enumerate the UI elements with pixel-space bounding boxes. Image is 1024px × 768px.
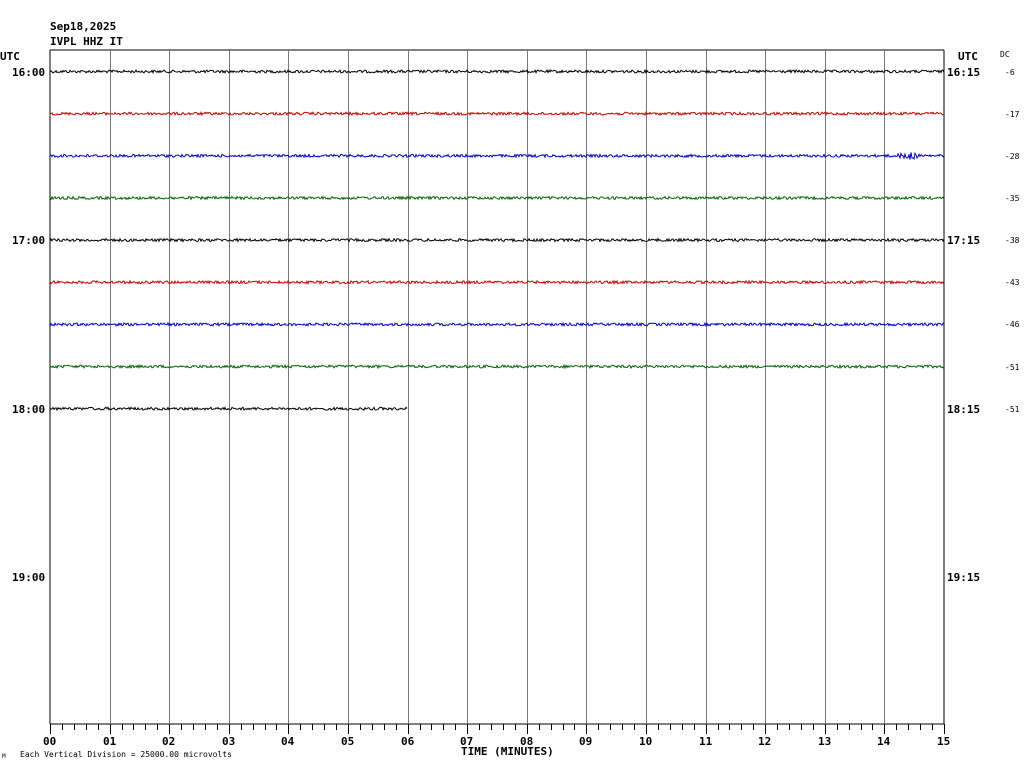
trace-row-0 <box>49 68 945 75</box>
trace-row-3 <box>49 195 945 201</box>
corner-mark: M <box>2 753 6 760</box>
x-tick-label: 09 <box>579 735 593 748</box>
trace-row-1 <box>49 110 945 117</box>
x-tick-label: 13 <box>818 735 832 748</box>
dc-value: -51 <box>1005 404 1020 414</box>
trace-row-8 <box>49 406 408 412</box>
dc-value: -17 <box>1005 109 1020 119</box>
x-tick-label: 06 <box>401 735 415 748</box>
x-tick-label: 15 <box>937 735 951 748</box>
dc-value: -6 <box>1005 67 1015 77</box>
x-axis-title: TIME (MINUTES) <box>461 745 554 758</box>
dc-value: -46 <box>1005 320 1020 330</box>
x-tick-label: 04 <box>281 735 295 748</box>
dc-value: -43 <box>1005 278 1020 288</box>
x-axis-ticks <box>50 724 945 734</box>
x-tick-label: 10 <box>639 735 653 748</box>
x-tick-label: 14 <box>877 735 891 748</box>
trace-row-5 <box>49 279 945 285</box>
dc-value: -35 <box>1005 193 1020 203</box>
seismic-traces <box>49 68 945 412</box>
right-hour-label: 16:15 <box>947 65 981 79</box>
left-hour-label: 16:00 <box>12 65 46 79</box>
x-tick-label: 12 <box>758 735 772 748</box>
x-tick-label: 00 <box>43 735 57 748</box>
x-tick-label: 01 <box>103 735 117 748</box>
helicorder-plot <box>49 49 945 734</box>
right-hour-label: 19:15 <box>947 571 981 585</box>
dc-value: -51 <box>1005 362 1020 372</box>
right-hour-label: 18:15 <box>947 402 981 416</box>
x-tick-label: 05 <box>341 735 355 748</box>
left-hour-label: 17:00 <box>12 234 46 248</box>
grid-lines <box>49 49 945 725</box>
x-tick-label: 03 <box>222 735 236 748</box>
right-hour-label: 17:15 <box>947 234 981 248</box>
x-tick-label: 02 <box>162 735 176 748</box>
left-hour-label: 19:00 <box>12 571 46 585</box>
dc-value: -28 <box>1005 151 1020 161</box>
trace-row-4 <box>49 237 945 243</box>
trace-row-6 <box>49 321 945 328</box>
trace-row-7 <box>49 363 945 370</box>
x-tick-label: 11 <box>699 735 713 748</box>
dc-value: -38 <box>1005 236 1020 246</box>
left-hour-label: 18:00 <box>12 402 46 416</box>
trace-row-2 <box>49 151 945 161</box>
scale-note: Each Vertical Division = 25000.00 microv… <box>20 750 232 759</box>
